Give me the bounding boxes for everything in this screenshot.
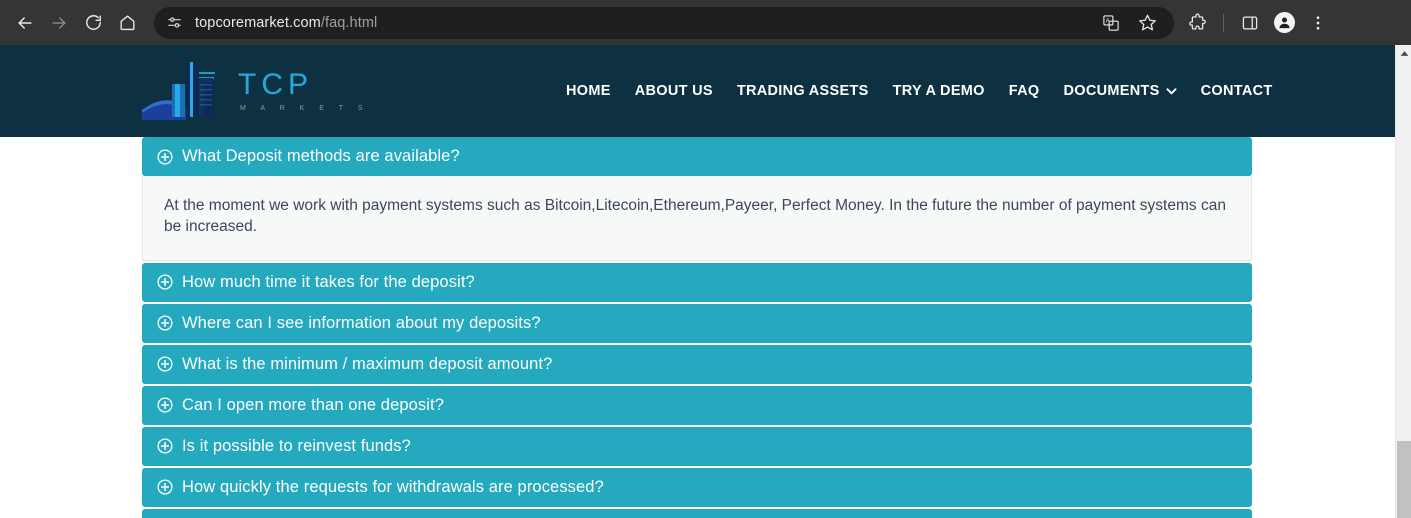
faq-question-text: Is it possible to reinvest funds? (182, 436, 411, 455)
nav-item-trading-assets[interactable]: TRADING ASSETS (737, 83, 893, 99)
main-navigation: HOME ABOUT US TRADING ASSETS TRY A DEMO … (566, 83, 1273, 99)
faq-question-text: What Deposit methods are available? (182, 147, 460, 165)
nav-label: ABOUT US (634, 83, 713, 99)
site-settings-icon[interactable] (162, 11, 186, 35)
nav-item-documents[interactable]: DOCUMENTS (1063, 83, 1200, 99)
plus-circle-icon (157, 479, 173, 495)
profile-button[interactable] (1267, 6, 1301, 40)
scrollbar-thumb[interactable] (1397, 441, 1411, 518)
logo-tagline: M A R K E T S (240, 105, 369, 112)
faq-item: How quickly the requests for withdrawals… (142, 467, 1252, 507)
omnibox-actions: A (1094, 6, 1164, 40)
nav-label: TRADING ASSETS (736, 83, 869, 99)
nav-item-contact[interactable]: CONTACT (1201, 83, 1273, 99)
nav-label: TRY A DEMO (892, 83, 985, 99)
plus-circle-icon (157, 438, 173, 454)
side-panel-button[interactable] (1233, 6, 1267, 40)
faq-question-toggle[interactable]: What is the minimum / maximum deposit am… (142, 344, 1252, 384)
three-dot-menu-icon (1316, 15, 1320, 30)
nav-item-about-us[interactable]: ABOUT US (635, 83, 737, 99)
nav-item-home[interactable]: HOME (566, 83, 635, 99)
faq-item: What is the minimum withdrawal amount? (142, 508, 1252, 518)
triangle-up-icon (1400, 51, 1408, 56)
logo-wordmark: TCP M A R K E T S (238, 68, 369, 113)
plus-circle-icon (157, 356, 173, 372)
toolbar-divider (1223, 13, 1224, 32)
side-panel-icon (1242, 16, 1258, 29)
browser-toolbar: topcoremarket.com/faq.html A (0, 0, 1411, 45)
extensions-button[interactable] (1180, 6, 1214, 40)
svg-text:A: A (1106, 18, 1110, 24)
faq-item: How much time it takes for the deposit? (142, 262, 1252, 302)
faq-question-toggle[interactable]: Is it possible to reinvest funds? (142, 426, 1252, 466)
nav-label: CONTACT (1200, 83, 1273, 99)
faq-item: Is it possible to reinvest funds? (142, 426, 1252, 466)
forward-button[interactable] (42, 6, 76, 40)
back-button[interactable] (8, 6, 42, 40)
plus-circle-icon (157, 397, 173, 413)
faq-item: Where can I see information about my dep… (142, 303, 1252, 343)
address-bar[interactable]: topcoremarket.com/faq.html A (154, 6, 1174, 40)
translate-button[interactable]: A (1094, 6, 1128, 40)
faq-question-text: How quickly the requests for withdrawals… (182, 477, 604, 496)
faq-question-toggle[interactable]: How quickly the requests for withdrawals… (142, 467, 1252, 507)
url-domain: topcoremarket.com (195, 14, 321, 31)
chrome-menu-button[interactable] (1301, 6, 1335, 40)
chevron-down-icon (1166, 83, 1177, 99)
faq-question-toggle[interactable]: What Deposit methods are available? (142, 137, 1252, 176)
reload-button[interactable] (76, 6, 110, 40)
nav-label: HOME (566, 83, 611, 99)
faq-question-text: What is the minimum / maximum deposit am… (182, 354, 553, 373)
bookmark-button[interactable] (1130, 6, 1164, 40)
faq-question-toggle[interactable]: Where can I see information about my dep… (142, 303, 1252, 343)
faq-item: What Deposit methods are available? At t… (142, 137, 1252, 261)
logo-name: TCP (238, 68, 313, 101)
plus-circle-icon (157, 274, 173, 290)
skyline-logo-icon (142, 62, 215, 120)
faq-question-toggle[interactable]: Can I open more than one deposit? (142, 385, 1252, 425)
faq-answer-panel: At the moment we work with payment syste… (142, 176, 1252, 261)
plus-circle-icon (157, 315, 173, 331)
nav-label: DOCUMENTS (1063, 83, 1160, 99)
faq-question-text: How much time it takes for the deposit? (182, 272, 475, 291)
faq-accordion: What Deposit methods are available? At t… (142, 137, 1252, 518)
site-logo[interactable]: TCP M A R K E T S (142, 56, 369, 126)
url-path: /faq.html (320, 14, 378, 31)
star-bookmark-icon (1138, 14, 1156, 31)
faq-answer-text: At the moment we work with payment syste… (164, 197, 1226, 235)
plus-circle-icon (157, 148, 173, 165)
forward-arrow-icon (52, 16, 66, 29)
faq-question-toggle[interactable]: What is the minimum withdrawal amount? (142, 508, 1252, 518)
url-text: topcoremarket.com/faq.html (195, 15, 377, 31)
home-icon (119, 15, 135, 31)
faq-question-toggle[interactable]: How much time it takes for the deposit? (142, 262, 1252, 302)
chrome-right-actions (1180, 6, 1335, 40)
faq-item: What is the minimum / maximum deposit am… (142, 344, 1252, 384)
reload-icon (85, 15, 101, 30)
puzzle-extensions-icon (1188, 13, 1206, 30)
back-arrow-icon (18, 16, 32, 29)
scroll-up-button[interactable] (1396, 45, 1411, 62)
page-viewport: TCP M A R K E T S HOME ABOUT US TRADING … (0, 45, 1411, 518)
nav-label: FAQ (1008, 83, 1040, 99)
faq-question-text: Where can I see information about my dep… (182, 313, 541, 332)
profile-avatar-icon (1273, 12, 1295, 33)
faq-question-text: Can I open more than one deposit? (182, 395, 444, 414)
nav-item-try-a-demo[interactable]: TRY A DEMO (893, 83, 1009, 99)
faq-item: Can I open more than one deposit? (142, 385, 1252, 425)
home-button[interactable] (110, 6, 144, 40)
translate-icon: A (1103, 14, 1119, 31)
site-header: TCP M A R K E T S HOME ABOUT US TRADING … (0, 45, 1395, 137)
page-scrollbar[interactable] (1395, 45, 1411, 518)
nav-item-faq[interactable]: FAQ (1009, 83, 1064, 99)
